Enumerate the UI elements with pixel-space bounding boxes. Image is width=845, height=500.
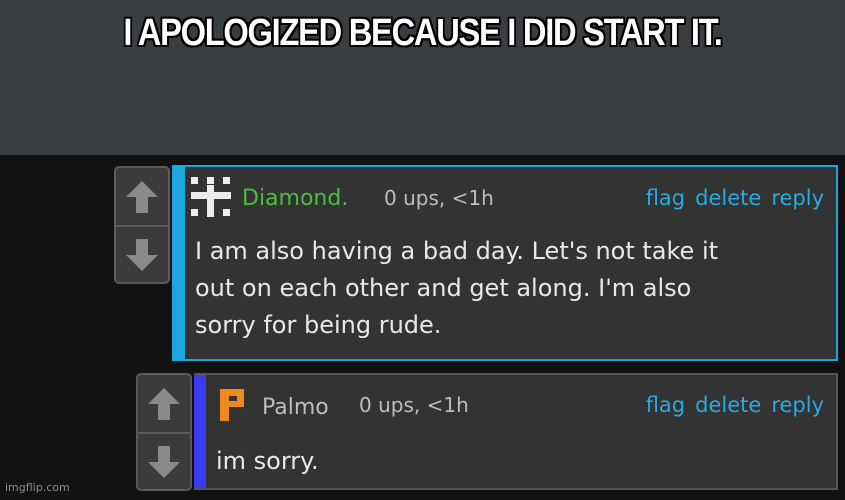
comment-body: I am also having a bad day. Let's not ta…: [195, 233, 718, 344]
comment-1: Diamond. 0 ups, <1h flag delete reply I …: [172, 165, 838, 361]
comment-username[interactable]: Palmo: [262, 395, 329, 420]
upvote-button[interactable]: [138, 375, 190, 433]
upvote-button[interactable]: [116, 168, 168, 226]
arrow-down-icon: [126, 239, 158, 271]
comment-line: I am also having a bad day. Let's not ta…: [195, 237, 719, 265]
comment-accent-bar: [172, 167, 185, 359]
comment-line: sorry for being rude.: [195, 311, 442, 339]
meme-caption: I APOLOGIZED BECAUSE I DID START IT.: [123, 12, 722, 54]
comment-line: out on each other and get along. I'm als…: [195, 274, 692, 302]
vote-box-1: [114, 166, 170, 284]
comment-line: im sorry.: [216, 447, 319, 475]
comment-ups: 0 ups, <1h: [359, 393, 469, 417]
vote-box-2: [136, 373, 192, 491]
downvote-button[interactable]: [138, 434, 190, 490]
palmo-p-icon: [220, 389, 244, 421]
flag-link[interactable]: flag: [646, 393, 685, 417]
comment-ups: 0 ups, <1h: [384, 186, 494, 210]
delete-link[interactable]: delete: [695, 186, 761, 210]
arrow-down-icon: [148, 446, 180, 478]
comment-body: im sorry.: [216, 443, 319, 480]
imgflip-watermark: imgflip.com: [5, 481, 70, 494]
arrow-up-icon: [148, 388, 180, 420]
arrow-up-icon: [126, 181, 158, 213]
downvote-button[interactable]: [116, 227, 168, 283]
delete-link[interactable]: delete: [695, 393, 761, 417]
reply-link[interactable]: reply: [771, 393, 824, 417]
comment-actions: flag delete reply: [646, 186, 824, 210]
flag-link[interactable]: flag: [646, 186, 685, 210]
comment-2: Palmo 0 ups, <1h flag delete reply im so…: [194, 373, 838, 490]
comment-actions: flag delete reply: [646, 393, 824, 417]
diamond-pixel-icon: [191, 177, 231, 217]
comment-accent-bar: [194, 375, 206, 488]
comment-username[interactable]: Diamond.: [242, 186, 348, 211]
reply-link[interactable]: reply: [771, 186, 824, 210]
